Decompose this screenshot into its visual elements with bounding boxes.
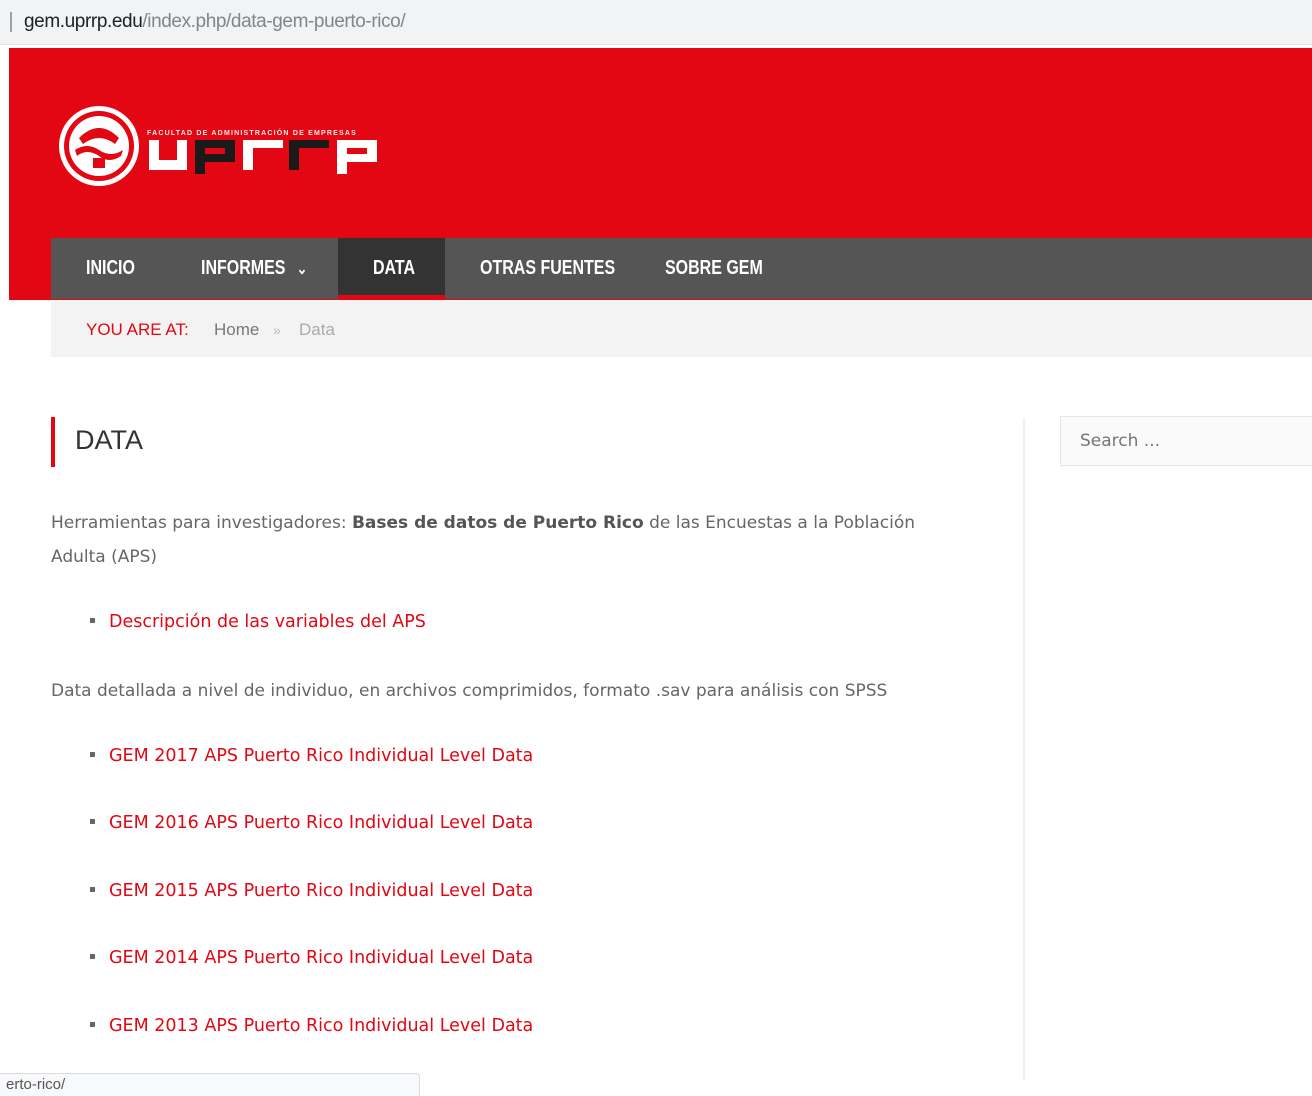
address-url[interactable]: gem.uprrp.edu/index.php/data-gem-puerto-… (24, 11, 406, 33)
bullet (90, 751, 95, 757)
title-accent-bar (51, 417, 55, 467)
bullet (90, 818, 95, 824)
bullet (90, 953, 95, 959)
bullet (90, 886, 95, 892)
data-link-text: GEM 2013 APS Puerto Rico Individual Leve… (109, 1016, 534, 1036)
data-link-text: GEM 2016 APS Puerto Rico Individual Leve… (109, 813, 534, 833)
intro-prefix: Herramientas para investigadores: (51, 513, 352, 533)
sidebar-divider (1023, 418, 1025, 1080)
data-link-2016[interactable]: GEM 2016 APS Puerto Rico Individual Leve… (90, 813, 533, 833)
logo-wordmark (149, 140, 377, 174)
uprrp-logo[interactable] (57, 104, 417, 188)
breadcrumb-label: YOU ARE AT: (86, 320, 189, 339)
data-link-2013[interactable]: GEM 2013 APS Puerto Rico Individual Leve… (90, 1016, 533, 1036)
chevron-down-icon: ⌄ (296, 261, 308, 278)
variables-description-link[interactable]: Descripción de las variables del APS (90, 612, 426, 632)
status-url-bar: erto-rico/ (0, 1073, 420, 1096)
nav-item-data[interactable]: DATA (373, 238, 415, 299)
nav-item-informes-label: INFORMES (201, 257, 286, 279)
nav-item-otras-fuentes[interactable]: OTRAS FUENTES (480, 238, 615, 299)
browser-address-bar[interactable]: gem.uprrp.edu/index.php/data-gem-puerto-… (0, 0, 1312, 45)
data-link-2015[interactable]: GEM 2015 APS Puerto Rico Individual Leve… (90, 881, 533, 901)
bullet (90, 617, 95, 623)
page-title: DATA (75, 425, 144, 455)
nav-item-inicio[interactable]: INICIO (86, 238, 135, 299)
breadcrumb-current: Data (299, 320, 335, 339)
breadcrumb: YOU ARE AT: Home » Data (51, 300, 1312, 357)
bullet (90, 1021, 95, 1027)
data-link-text: GEM 2017 APS Puerto Rico Individual Leve… (109, 746, 534, 766)
nav-item-informes[interactable]: INFORMES ⌄ (201, 238, 307, 299)
data-link-text: GEM 2014 APS Puerto Rico Individual Leve… (109, 948, 534, 968)
intro-paragraph: Herramientas para investigadores: Bases … (51, 506, 961, 574)
data-link-text: GEM 2015 APS Puerto Rico Individual Leve… (109, 881, 534, 901)
breadcrumb-home-link[interactable]: Home (214, 320, 259, 340)
address-caret (10, 12, 12, 32)
main-nav: INICIO INFORMES ⌄ DATA OTRAS FUENTES SOBR… (51, 238, 1312, 299)
seal-icon (59, 106, 139, 186)
data-link-2014[interactable]: GEM 2014 APS Puerto Rico Individual Leve… (90, 948, 533, 968)
variables-link-text: Descripción de las variables del APS (109, 612, 426, 632)
search-input[interactable] (1060, 416, 1312, 466)
url-host: gem.uprrp.edu (24, 11, 143, 32)
intro-bold: Bases de datos de Puerto Rico (351, 513, 644, 533)
breadcrumb-separator: » (273, 322, 281, 338)
url-path: /index.php/data-gem-puerto-rico/ (142, 11, 406, 32)
detail-paragraph: Data detallada a nivel de individuo, en … (51, 681, 888, 701)
data-link-2017[interactable]: GEM 2017 APS Puerto Rico Individual Leve… (90, 746, 533, 766)
nav-item-sobre-gem[interactable]: SOBRE GEM (665, 238, 763, 299)
logo-subtitle: FACULTAD DE ADMINISTRACIÓN DE EMPRESAS (147, 130, 357, 137)
